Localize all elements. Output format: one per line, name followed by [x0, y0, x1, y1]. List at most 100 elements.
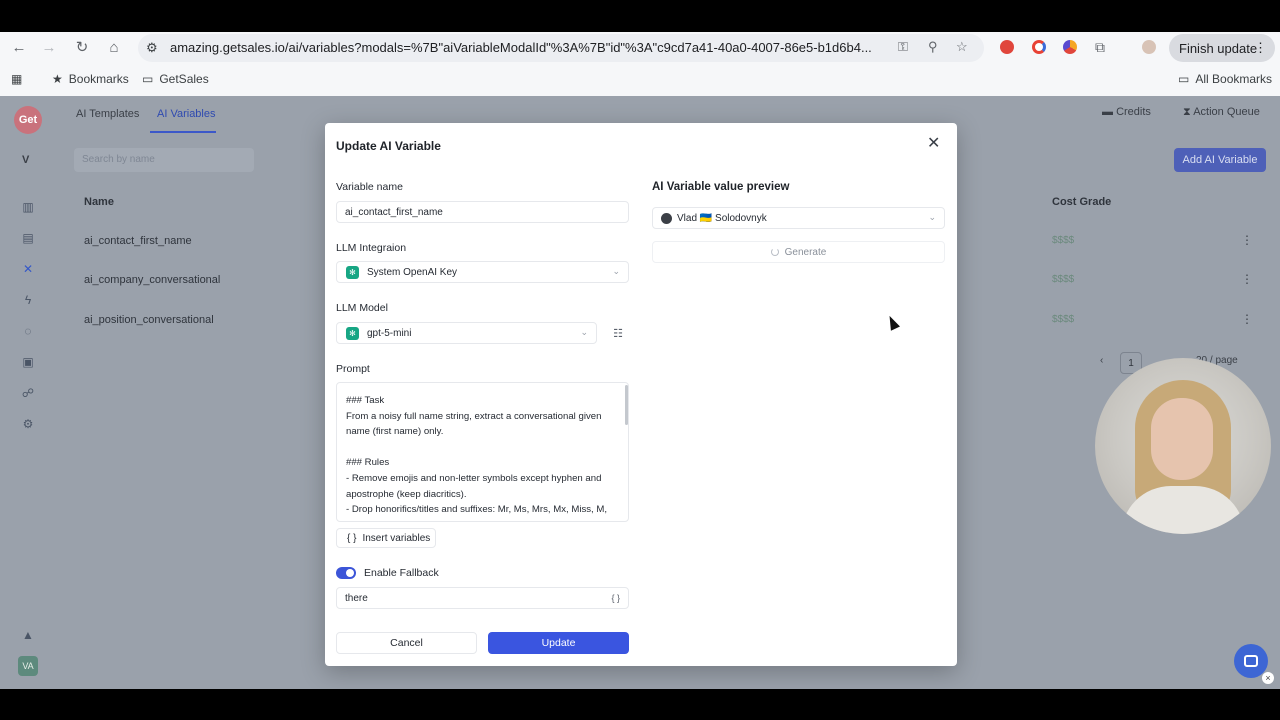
prompt-scrollbar[interactable] [625, 385, 628, 425]
app-logo[interactable]: Get [14, 106, 42, 134]
row-menu-icon[interactable]: ⋮ [1241, 312, 1253, 326]
preview-contact-name: Vlad 🇺🇦 Solodovnyk [677, 213, 767, 224]
credits-label: Credits [1116, 106, 1151, 118]
openai-icon: ✻ [346, 327, 359, 340]
credits-button[interactable]: ▬ Credits [1102, 106, 1151, 118]
color-extension-icon[interactable] [1063, 40, 1077, 54]
tab-ai-variables[interactable]: AI Variables [157, 108, 216, 120]
inbox-icon[interactable]: ▤ [20, 231, 36, 247]
password-key-icon[interactable]: ⚿ [898, 39, 908, 55]
folder-icon: ▭ [1178, 72, 1190, 86]
variable-name-label: Variable name [336, 181, 403, 193]
workspace-initial[interactable]: V [22, 154, 29, 166]
chevron-down-icon: ⌄ [580, 327, 588, 337]
llm-integration-label: LLM Integraion [336, 242, 407, 254]
prompt-textarea[interactable]: ### Task From a noisy full name string, … [336, 382, 629, 522]
column-name: Name [84, 196, 114, 208]
chat-close-icon[interactable]: × [1262, 672, 1274, 684]
contacts-icon[interactable]: ☍ [20, 386, 36, 402]
llm-model-value: gpt-5-mini [367, 328, 412, 339]
site-info-icon[interactable]: ⚙ [146, 40, 158, 56]
webcam-face [1151, 398, 1213, 480]
chevron-down-icon: ⌄ [928, 212, 936, 222]
screen: ← → ↻ ⌂ ⚙ amazing.getsales.io/ai/variabl… [0, 0, 1280, 720]
automation-bolt-icon[interactable]: ϟ [20, 293, 36, 309]
action-queue-label: Action Queue [1193, 106, 1260, 118]
action-queue-button[interactable]: ⧗ Action Queue [1183, 106, 1260, 119]
zoom-icon[interactable]: ⚲ [928, 39, 938, 55]
loading-spinner-icon [770, 248, 779, 256]
model-settings-sliders-icon[interactable]: ☷ [607, 322, 629, 344]
llm-model-select[interactable]: ✻ gpt-5-mini ⌄ [336, 322, 597, 344]
browser-toolbar: ← → ↻ ⌂ ⚙ amazing.getsales.io/ai/variabl… [0, 32, 1280, 62]
finish-update-button[interactable]: Finish update ⋮ [1169, 34, 1275, 62]
graduation-cap-icon[interactable]: ▲ [20, 628, 36, 644]
chevron-down-icon: ⌄ [612, 266, 620, 276]
tab-ai-templates[interactable]: AI Templates [76, 108, 139, 120]
user-avatar[interactable]: VA [18, 656, 38, 676]
hourglass-icon: ⧗ [1183, 106, 1191, 118]
getsales-bookmark-label: GetSales [159, 72, 209, 86]
row-menu-icon[interactable]: ⋮ [1241, 272, 1253, 286]
reload-icon[interactable]: ↻ [71, 36, 93, 58]
apps-grid-icon[interactable]: ▦ [11, 72, 22, 86]
fallback-input[interactable]: there { } [336, 587, 629, 609]
chat-icon [1244, 655, 1258, 667]
more-vert-icon[interactable]: ⋮ [1254, 40, 1267, 56]
back-icon[interactable]: ← [8, 36, 30, 58]
extensions-puzzle-icon[interactable]: ⧉ [1095, 39, 1105, 56]
table-row-name[interactable]: ai_position_conversational [84, 314, 214, 326]
profile-avatar[interactable] [1142, 40, 1156, 54]
prompt-text: ### Task From a noisy full name string, … [346, 395, 608, 521]
address-bar[interactable]: ⚙ amazing.getsales.io/ai/variables?modal… [138, 34, 984, 62]
modal-title: Update AI Variable [336, 139, 441, 153]
preview-contact-select[interactable]: Vlad 🇺🇦 Solodovnyk ⌄ [652, 207, 945, 229]
messages-icon[interactable]: ◌ [20, 324, 36, 340]
home-icon[interactable]: ⌂ [103, 36, 125, 58]
star-icon: ★ [52, 72, 63, 86]
column-cost-grade: Cost Grade [1052, 196, 1112, 208]
bookmark-star-icon[interactable]: ☆ [956, 39, 968, 55]
enable-fallback-label: Enable Fallback [364, 567, 439, 579]
ai-variables-icon[interactable]: ✕ [20, 262, 36, 278]
cancel-button[interactable]: Cancel [336, 632, 477, 654]
c-extension-icon[interactable] [1032, 40, 1046, 54]
insert-variables-button[interactable]: { } Insert variables [336, 528, 436, 548]
search-input[interactable]: Search by name [74, 148, 254, 172]
row-menu-icon[interactable]: ⋮ [1241, 233, 1253, 247]
table-row-name[interactable]: ai_company_conversational [84, 274, 220, 286]
getsales-extension-icon[interactable] [1000, 40, 1014, 54]
openai-icon: ✻ [346, 266, 359, 279]
folder-icon: ▭ [142, 72, 154, 86]
forward-icon[interactable]: → [38, 36, 60, 58]
update-button[interactable]: Update [488, 632, 629, 654]
active-tab-indicator [150, 131, 216, 133]
update-ai-variable-modal: Update AI Variable ✕ Variable name ai_co… [325, 123, 957, 666]
bookmarks-label: Bookmarks [68, 72, 129, 86]
llm-integration-value: System OpenAI Key [367, 267, 458, 278]
variable-name-input[interactable]: ai_contact_first_name [336, 201, 629, 223]
bookmarks-bar: ▦ ★ Bookmarks ▭ GetSales ▭ All Bookmarks [0, 62, 1280, 96]
prompt-label: Prompt [336, 363, 370, 375]
tasks-icon[interactable]: ▣ [20, 355, 36, 371]
insert-variables-label: Insert variables [362, 532, 431, 544]
sidebar: Get V ▥ ▤ ✕ ϟ ◌ ▣ ☍ ⚙ ▲ VA [0, 96, 56, 689]
finish-update-label: Finish update [1179, 40, 1258, 56]
fallback-value: there [345, 593, 368, 604]
enable-fallback-toggle[interactable] [336, 567, 356, 579]
getsales-bookmark[interactable]: ▭ GetSales [142, 72, 209, 86]
analytics-icon[interactable]: ▥ [20, 200, 36, 216]
settings-gear-icon[interactable]: ⚙ [20, 417, 36, 433]
add-ai-variable-button[interactable]: Add AI Variable [1174, 148, 1266, 172]
close-icon[interactable]: ✕ [927, 136, 940, 152]
table-row-name[interactable]: ai_contact_first_name [84, 235, 192, 247]
preview-title: AI Variable value preview [652, 181, 790, 193]
credits-icon: ▬ [1102, 106, 1113, 118]
all-bookmarks[interactable]: ▭ All Bookmarks [1178, 72, 1272, 86]
generate-button[interactable]: Generate [652, 241, 945, 263]
prev-page-icon[interactable]: ‹ [1100, 355, 1103, 366]
bookmarks-link[interactable]: ★ Bookmarks [52, 72, 129, 86]
cost-grade: $$$$ [1052, 235, 1075, 246]
braces-icon[interactable]: { } [611, 593, 620, 603]
llm-integration-select[interactable]: ✻ System OpenAI Key ⌄ [336, 261, 629, 283]
